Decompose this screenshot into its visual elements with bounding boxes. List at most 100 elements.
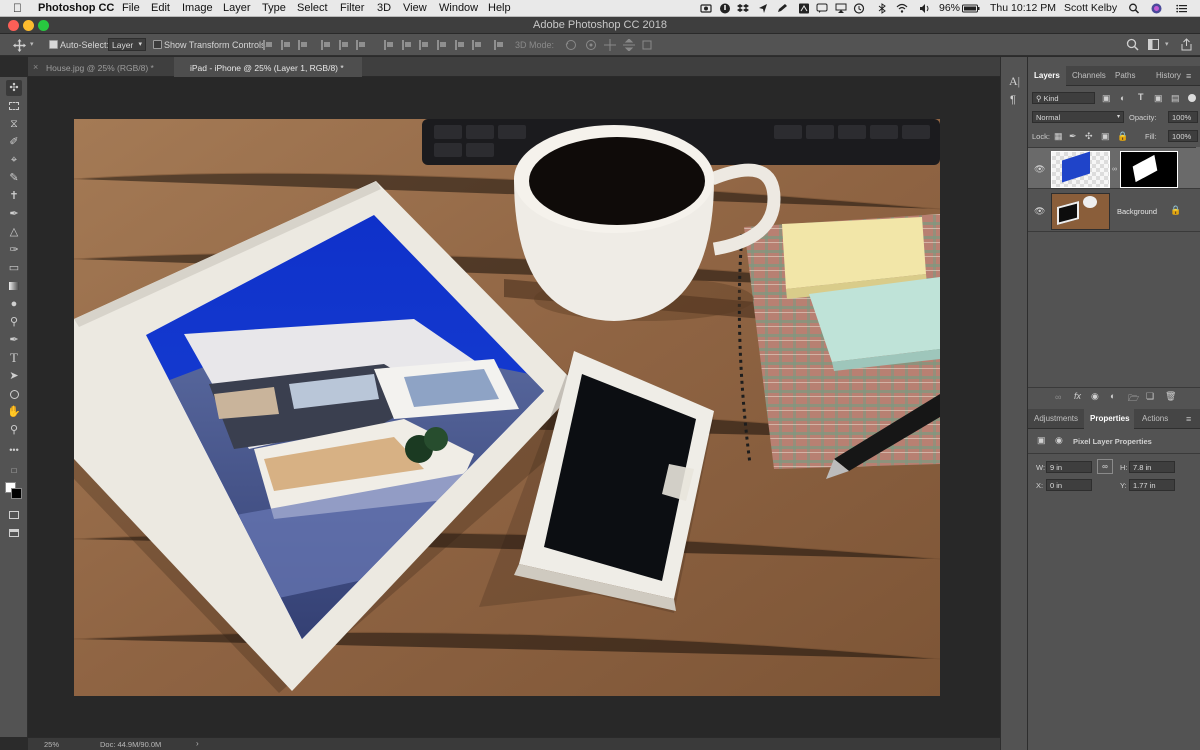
clone-stamp-tool-icon[interactable]: △: [6, 224, 22, 240]
workspace-chevron-icon[interactable]: ▾: [1165, 40, 1169, 48]
menu-help[interactable]: Help: [488, 2, 511, 14]
document-canvas[interactable]: [74, 119, 940, 696]
dropbox-icon[interactable]: [737, 3, 749, 14]
screen-mode-icon[interactable]: [6, 525, 22, 541]
3d-scale-icon[interactable]: [641, 39, 653, 51]
align-horizontal-center-icon[interactable]: [339, 40, 349, 50]
app-square-icon[interactable]: [798, 3, 810, 14]
menu-edit[interactable]: Edit: [151, 2, 170, 14]
3d-rotate-icon[interactable]: [565, 39, 577, 51]
default-colors-icon[interactable]: □: [6, 463, 22, 479]
layer-row-layer-1[interactable]: 👁 ∞: [1028, 147, 1200, 189]
layer-filter-dropdown[interactable]: ⚲ Kind: [1032, 92, 1095, 104]
x-field[interactable]: 0 in: [1046, 479, 1092, 491]
layer-style-fx-icon[interactable]: fx: [1074, 391, 1081, 401]
menu-window[interactable]: Window: [439, 2, 478, 14]
add-mask-icon[interactable]: ◉: [1091, 391, 1099, 402]
delete-layer-icon[interactable]: 🗑: [1165, 391, 1176, 402]
status-menu-chevron-icon[interactable]: ›: [196, 739, 199, 748]
pen-icon[interactable]: [776, 3, 788, 14]
height-field[interactable]: 7.8 in: [1129, 461, 1175, 473]
move-tool-icon[interactable]: ✣: [6, 80, 22, 96]
menu-3d[interactable]: 3D: [377, 2, 391, 14]
panel-menu-icon[interactable]: ≡: [1186, 71, 1191, 81]
y-field[interactable]: 1.77 in: [1129, 479, 1175, 491]
blend-mode-dropdown[interactable]: Normal ▾: [1032, 111, 1124, 123]
pen-tool-icon[interactable]: ✒: [6, 332, 22, 348]
brush-tool-icon[interactable]: ✒: [6, 206, 22, 222]
background-thumbnail[interactable]: [1051, 193, 1110, 230]
3d-pan-icon[interactable]: [604, 39, 616, 51]
tab-properties[interactable]: Properties: [1090, 414, 1130, 423]
layer-mask-thumbnail[interactable]: [1120, 151, 1178, 188]
apple-menu-icon[interactable]: : [13, 1, 22, 15]
share-icon[interactable]: [1180, 38, 1193, 51]
tab-ipad-iphone[interactable]: iPad - iPhone @ 25% (Layer 1, RGB/8) *: [174, 57, 362, 77]
eyedropper-tool-icon[interactable]: ✎: [6, 170, 22, 186]
filter-shape-icon[interactable]: ▣: [1154, 93, 1163, 104]
notification-center-icon[interactable]: [1176, 3, 1188, 14]
tab-paths[interactable]: Paths: [1115, 71, 1135, 80]
messages-icon[interactable]: [816, 3, 828, 14]
volume-icon[interactable]: [919, 3, 931, 14]
menu-layer[interactable]: Layer: [223, 2, 251, 14]
tab-adjustments[interactable]: Adjustments: [1034, 414, 1078, 423]
layer-row-background[interactable]: 👁 Background 🔒: [1028, 190, 1200, 232]
eraser-tool-icon[interactable]: ▭: [6, 260, 22, 276]
menu-file[interactable]: File: [122, 2, 140, 14]
type-tool-icon[interactable]: T: [6, 350, 22, 366]
paragraph-panel-icon[interactable]: ¶: [1010, 94, 1016, 106]
background-lock-icon[interactable]: 🔒: [1170, 205, 1181, 216]
search-icon[interactable]: [1126, 38, 1139, 51]
menu-image[interactable]: Image: [182, 2, 213, 14]
history-brush-tool-icon[interactable]: ✑: [6, 242, 22, 258]
align-bottom-icon[interactable]: [298, 40, 308, 50]
marquee-tool-icon[interactable]: [6, 98, 22, 114]
clock[interactable]: Thu 10:12 PM: [990, 2, 1056, 14]
shape-tool-icon[interactable]: [6, 386, 22, 402]
bluetooth-icon[interactable]: [876, 3, 888, 14]
layer-thumbnail[interactable]: [1051, 151, 1110, 188]
auto-align-icon[interactable]: [494, 40, 504, 50]
mask-link-icon[interactable]: ∞: [1112, 166, 1117, 173]
align-right-icon[interactable]: [356, 40, 366, 50]
battery-icon[interactable]: [962, 3, 980, 14]
workspace-icon[interactable]: [1148, 39, 1162, 50]
hand-tool-icon[interactable]: ✋: [6, 404, 22, 420]
show-transform-checkbox[interactable]: [153, 40, 162, 49]
tab-history[interactable]: History: [1156, 71, 1181, 80]
fill-input[interactable]: 100%: [1168, 130, 1198, 142]
lock-artboard-icon[interactable]: ▣: [1101, 131, 1110, 142]
layers-scrollbar[interactable]: [1196, 147, 1200, 187]
zoom-level[interactable]: 25%: [44, 740, 59, 749]
quick-selection-tool-icon[interactable]: ✐: [6, 134, 22, 150]
background-layer-name[interactable]: Background: [1117, 207, 1157, 216]
constrain-proportions-link-icon[interactable]: ∞: [1097, 459, 1113, 474]
lasso-tool-icon[interactable]: ⧖: [6, 116, 22, 132]
filter-toggle-icon[interactable]: [1188, 94, 1196, 102]
auto-select-dropdown[interactable]: Layer ▾: [108, 38, 146, 51]
tab-house[interactable]: × House.jpg @ 25% (RGB/8) *: [28, 57, 174, 77]
time-machine-icon[interactable]: [853, 3, 865, 14]
distribute-hcenter-icon[interactable]: [455, 40, 465, 50]
filter-adjustment-icon[interactable]: ◐: [1120, 93, 1125, 103]
spotlight-search-icon[interactable]: [1128, 3, 1140, 14]
properties-menu-icon[interactable]: ≡: [1186, 414, 1191, 424]
align-top-icon[interactable]: [263, 40, 273, 50]
info-circle-icon[interactable]: [719, 3, 731, 14]
tool-preset-chevron-icon[interactable]: ▾: [30, 40, 34, 48]
width-field[interactable]: 9 in: [1046, 461, 1092, 473]
new-adjustment-icon[interactable]: ◐: [1110, 391, 1115, 401]
lock-image-icon[interactable]: ✒: [1069, 131, 1077, 142]
wifi-icon[interactable]: [896, 3, 908, 14]
menu-filter[interactable]: Filter: [340, 2, 364, 14]
zoom-tool-icon[interactable]: ⚲: [6, 422, 22, 438]
menu-view[interactable]: View: [403, 2, 427, 14]
filter-smart-object-icon[interactable]: ▤: [1171, 93, 1180, 104]
align-vertical-center-icon[interactable]: [281, 40, 291, 50]
layer-visibility-eye-icon[interactable]: 👁: [1034, 164, 1045, 175]
gradient-tool-icon[interactable]: [6, 278, 22, 294]
distribute-right-icon[interactable]: [472, 40, 482, 50]
mask-properties-icon[interactable]: ◉: [1055, 435, 1063, 446]
canvas-area[interactable]: [28, 77, 1000, 737]
